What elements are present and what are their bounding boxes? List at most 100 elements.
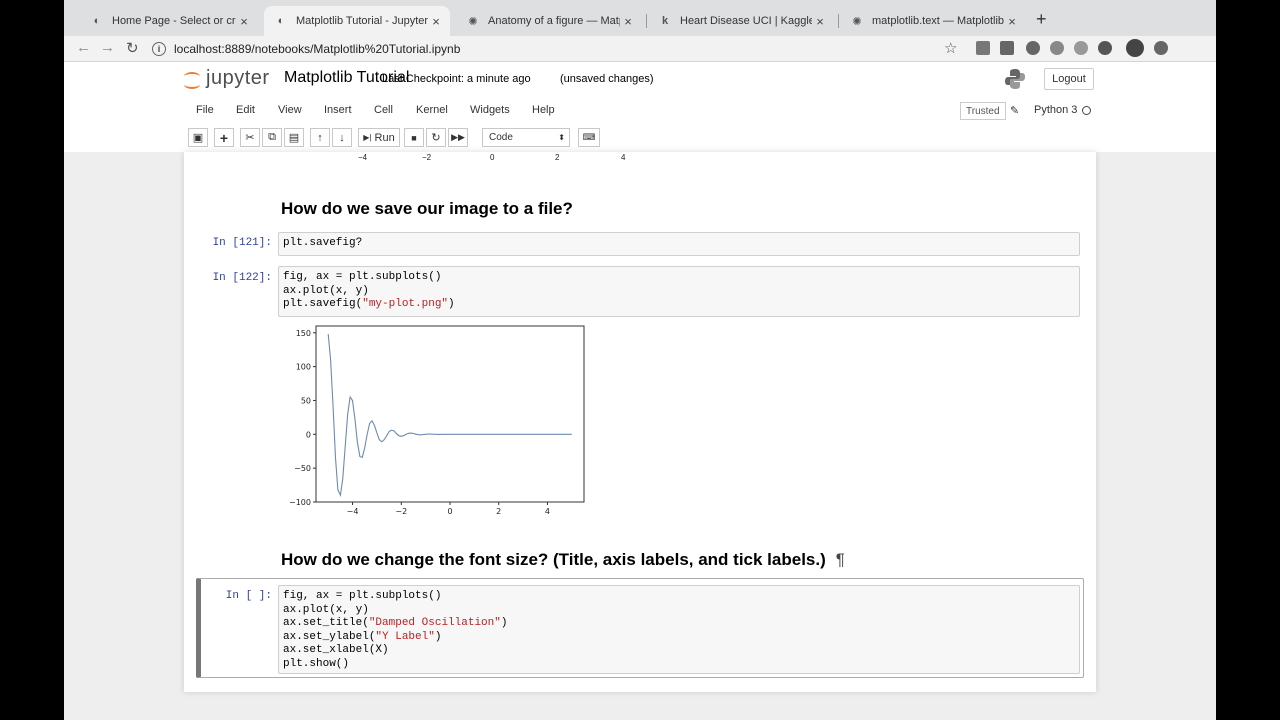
copy-icon[interactable]: ⧉ [262, 128, 282, 147]
back-icon[interactable]: ← [76, 39, 91, 56]
bookmark-star-icon[interactable]: ☆ [944, 39, 957, 57]
tab-kaggle[interactable]: k Heart Disease UCI | Kaggle × [648, 6, 834, 36]
prev-output-tick: 2 [555, 153, 560, 162]
code-cell-input[interactable]: plt.savefig? [278, 232, 1080, 256]
y-tick-label: 100 [296, 363, 311, 372]
tab-matplotlib-tutorial[interactable]: ◐ Matplotlib Tutorial - Jupyter N × [264, 6, 450, 36]
menu-help[interactable]: Help [532, 104, 555, 116]
paste-icon[interactable]: ▤ [284, 128, 304, 147]
extension-icon[interactable] [1026, 41, 1040, 55]
matplotlib-favicon-icon: ✺ [468, 15, 478, 28]
y-tick-label: −50 [294, 464, 311, 473]
run-button[interactable]: ▶| Run [358, 128, 400, 147]
x-ticks: −4 −2 0 2 4 [347, 502, 550, 516]
new-tab-button[interactable]: + [1036, 9, 1047, 30]
save-icon[interactable]: ▣ [188, 128, 208, 147]
code-line: plt.show() [283, 657, 350, 670]
x-tick-label: 4 [545, 507, 550, 516]
browser-window: ◐ Home Page - Select or create × ◐ Matpl… [64, 0, 1216, 720]
menu-insert[interactable]: Insert [324, 104, 352, 116]
restart-run-all-icon[interactable]: ▶▶ [448, 128, 468, 147]
logout-button[interactable]: Logout [1044, 68, 1094, 90]
jupyter-favicon-icon: ◐ [277, 15, 285, 27]
menu-cell[interactable]: Cell [374, 104, 393, 116]
code-cell-input[interactable]: fig, ax = plt.subplots() ax.plot(x, y) a… [278, 585, 1080, 674]
add-cell-icon[interactable]: + [214, 128, 234, 147]
cell-prompt: In [122]: [212, 272, 272, 284]
close-icon[interactable]: × [236, 14, 252, 29]
menu-kernel[interactable]: Kernel [416, 104, 448, 116]
menu-bar: File Edit View Insert Cell Kernel Widget… [184, 100, 1096, 122]
move-up-icon[interactable]: ↑ [310, 128, 330, 147]
close-icon[interactable]: × [620, 14, 636, 29]
notebook-area: −4 −2 0 2 4 How do we save our image to … [64, 152, 1216, 720]
move-down-icon[interactable]: ↓ [332, 128, 352, 147]
address-bar[interactable]: i localhost:8889/notebooks/Matplotlib%20… [152, 38, 932, 60]
anchor-link-icon[interactable]: ¶ [836, 550, 845, 569]
x-tick-label: 2 [496, 507, 501, 516]
jupyter-favicon-icon: ◐ [93, 15, 101, 27]
menu-view[interactable]: View [278, 104, 302, 116]
avatar[interactable] [1126, 39, 1144, 57]
tab-home-page[interactable]: ◐ Home Page - Select or create × [80, 6, 258, 36]
tab-matplotlib-text[interactable]: ✺ matplotlib.text — Matplotlib 3 × [840, 6, 1026, 36]
prev-output-tick: −2 [422, 153, 432, 162]
menu-widgets[interactable]: Widgets [470, 104, 510, 116]
code-line: ax.plot(x, y) [283, 284, 369, 297]
close-icon[interactable]: × [812, 14, 828, 29]
translate-icon[interactable] [976, 41, 990, 55]
y-tick-label: 0 [306, 430, 311, 439]
code-line: ax.set_title("Damped Oscillation") [283, 617, 508, 629]
trusted-badge[interactable]: Trusted [960, 102, 1006, 120]
kaggle-favicon-icon: k [661, 15, 669, 27]
prev-output-tick: 0 [490, 153, 495, 162]
keyboard-icon[interactable]: ⌨ [578, 128, 600, 147]
settings-icon[interactable] [1154, 41, 1168, 55]
markdown-heading[interactable]: How do we save our image to a file? [281, 199, 573, 219]
code-line: fig, ax = plt.subplots() [283, 271, 442, 283]
jupyter-logo[interactable]: jupyter [184, 67, 270, 90]
run-icon: ▶| [363, 133, 372, 142]
pencil-icon[interactable]: ✎ [1010, 104, 1019, 117]
code-line: ax.set_ylabel("Y Label") [283, 630, 442, 643]
tab-anatomy-of-a-figure[interactable]: ✺ Anatomy of a figure — Matplot × [456, 6, 642, 36]
kernel-name[interactable]: Python 3 [1034, 104, 1077, 116]
y-tick-label: 150 [296, 329, 311, 338]
menu-file[interactable]: File [196, 104, 214, 116]
interrupt-icon[interactable]: ■ [404, 128, 424, 147]
cut-icon[interactable]: ✂ [240, 128, 260, 147]
extension-icon[interactable] [1050, 41, 1064, 55]
cell-type-select[interactable]: Code ⬍ [482, 128, 570, 147]
code-line: ax.plot(x, y) [283, 603, 369, 616]
axes-frame [315, 325, 585, 503]
x-tick-label: −4 [347, 507, 359, 516]
code-line: ax.set_xlabel(X) [283, 644, 389, 656]
y-tick-label: 50 [301, 396, 311, 405]
series-line [327, 334, 572, 498]
menu-edit[interactable]: Edit [236, 104, 255, 116]
markdown-heading[interactable]: How do we change the font size? (Title, … [281, 550, 845, 570]
restart-icon[interactable]: ↻ [426, 128, 446, 147]
cell-toolbar: ▣ + ✂ ⧉ ▤ ↑ ↓ ▶| Run ■ ↻ ▶▶ Code ⬍ ⌨ [184, 126, 1096, 150]
forward-icon[interactable]: → [100, 39, 115, 56]
close-icon[interactable]: × [428, 14, 444, 29]
y-tick-label: −100 [289, 498, 311, 507]
select-arrows-icon: ⬍ [558, 133, 565, 142]
extension-icon[interactable] [1074, 41, 1088, 55]
plot-output: 150 100 50 0 −50 −100 −4 −2 0 2 4 [289, 325, 585, 516]
y-ticks: 150 100 50 0 −50 −100 [289, 329, 316, 507]
x-tick-label: −2 [395, 507, 407, 516]
notebook-page: −4 −2 0 2 4 How do we save our image to … [184, 152, 1096, 692]
reload-icon[interactable]: ↻ [126, 39, 139, 57]
code-line: plt.savefig("my-plot.png") [283, 298, 455, 310]
close-icon[interactable]: × [1004, 14, 1020, 29]
info-icon[interactable]: i [152, 42, 166, 56]
code-cell-input[interactable]: fig, ax = plt.subplots() ax.plot(x, y) p… [278, 266, 1080, 317]
extension-icon[interactable] [1098, 41, 1112, 55]
extension-icon[interactable] [1000, 41, 1014, 55]
prev-output-tick: 4 [621, 153, 626, 162]
tab-strip: ◐ Home Page - Select or create × ◐ Matpl… [64, 0, 1216, 36]
x-tick-label: 0 [447, 507, 452, 516]
code-line: plt.savefig? [283, 237, 363, 249]
browser-toolbar: ← → ↻ i localhost:8889/notebooks/Matplot… [64, 36, 1216, 62]
